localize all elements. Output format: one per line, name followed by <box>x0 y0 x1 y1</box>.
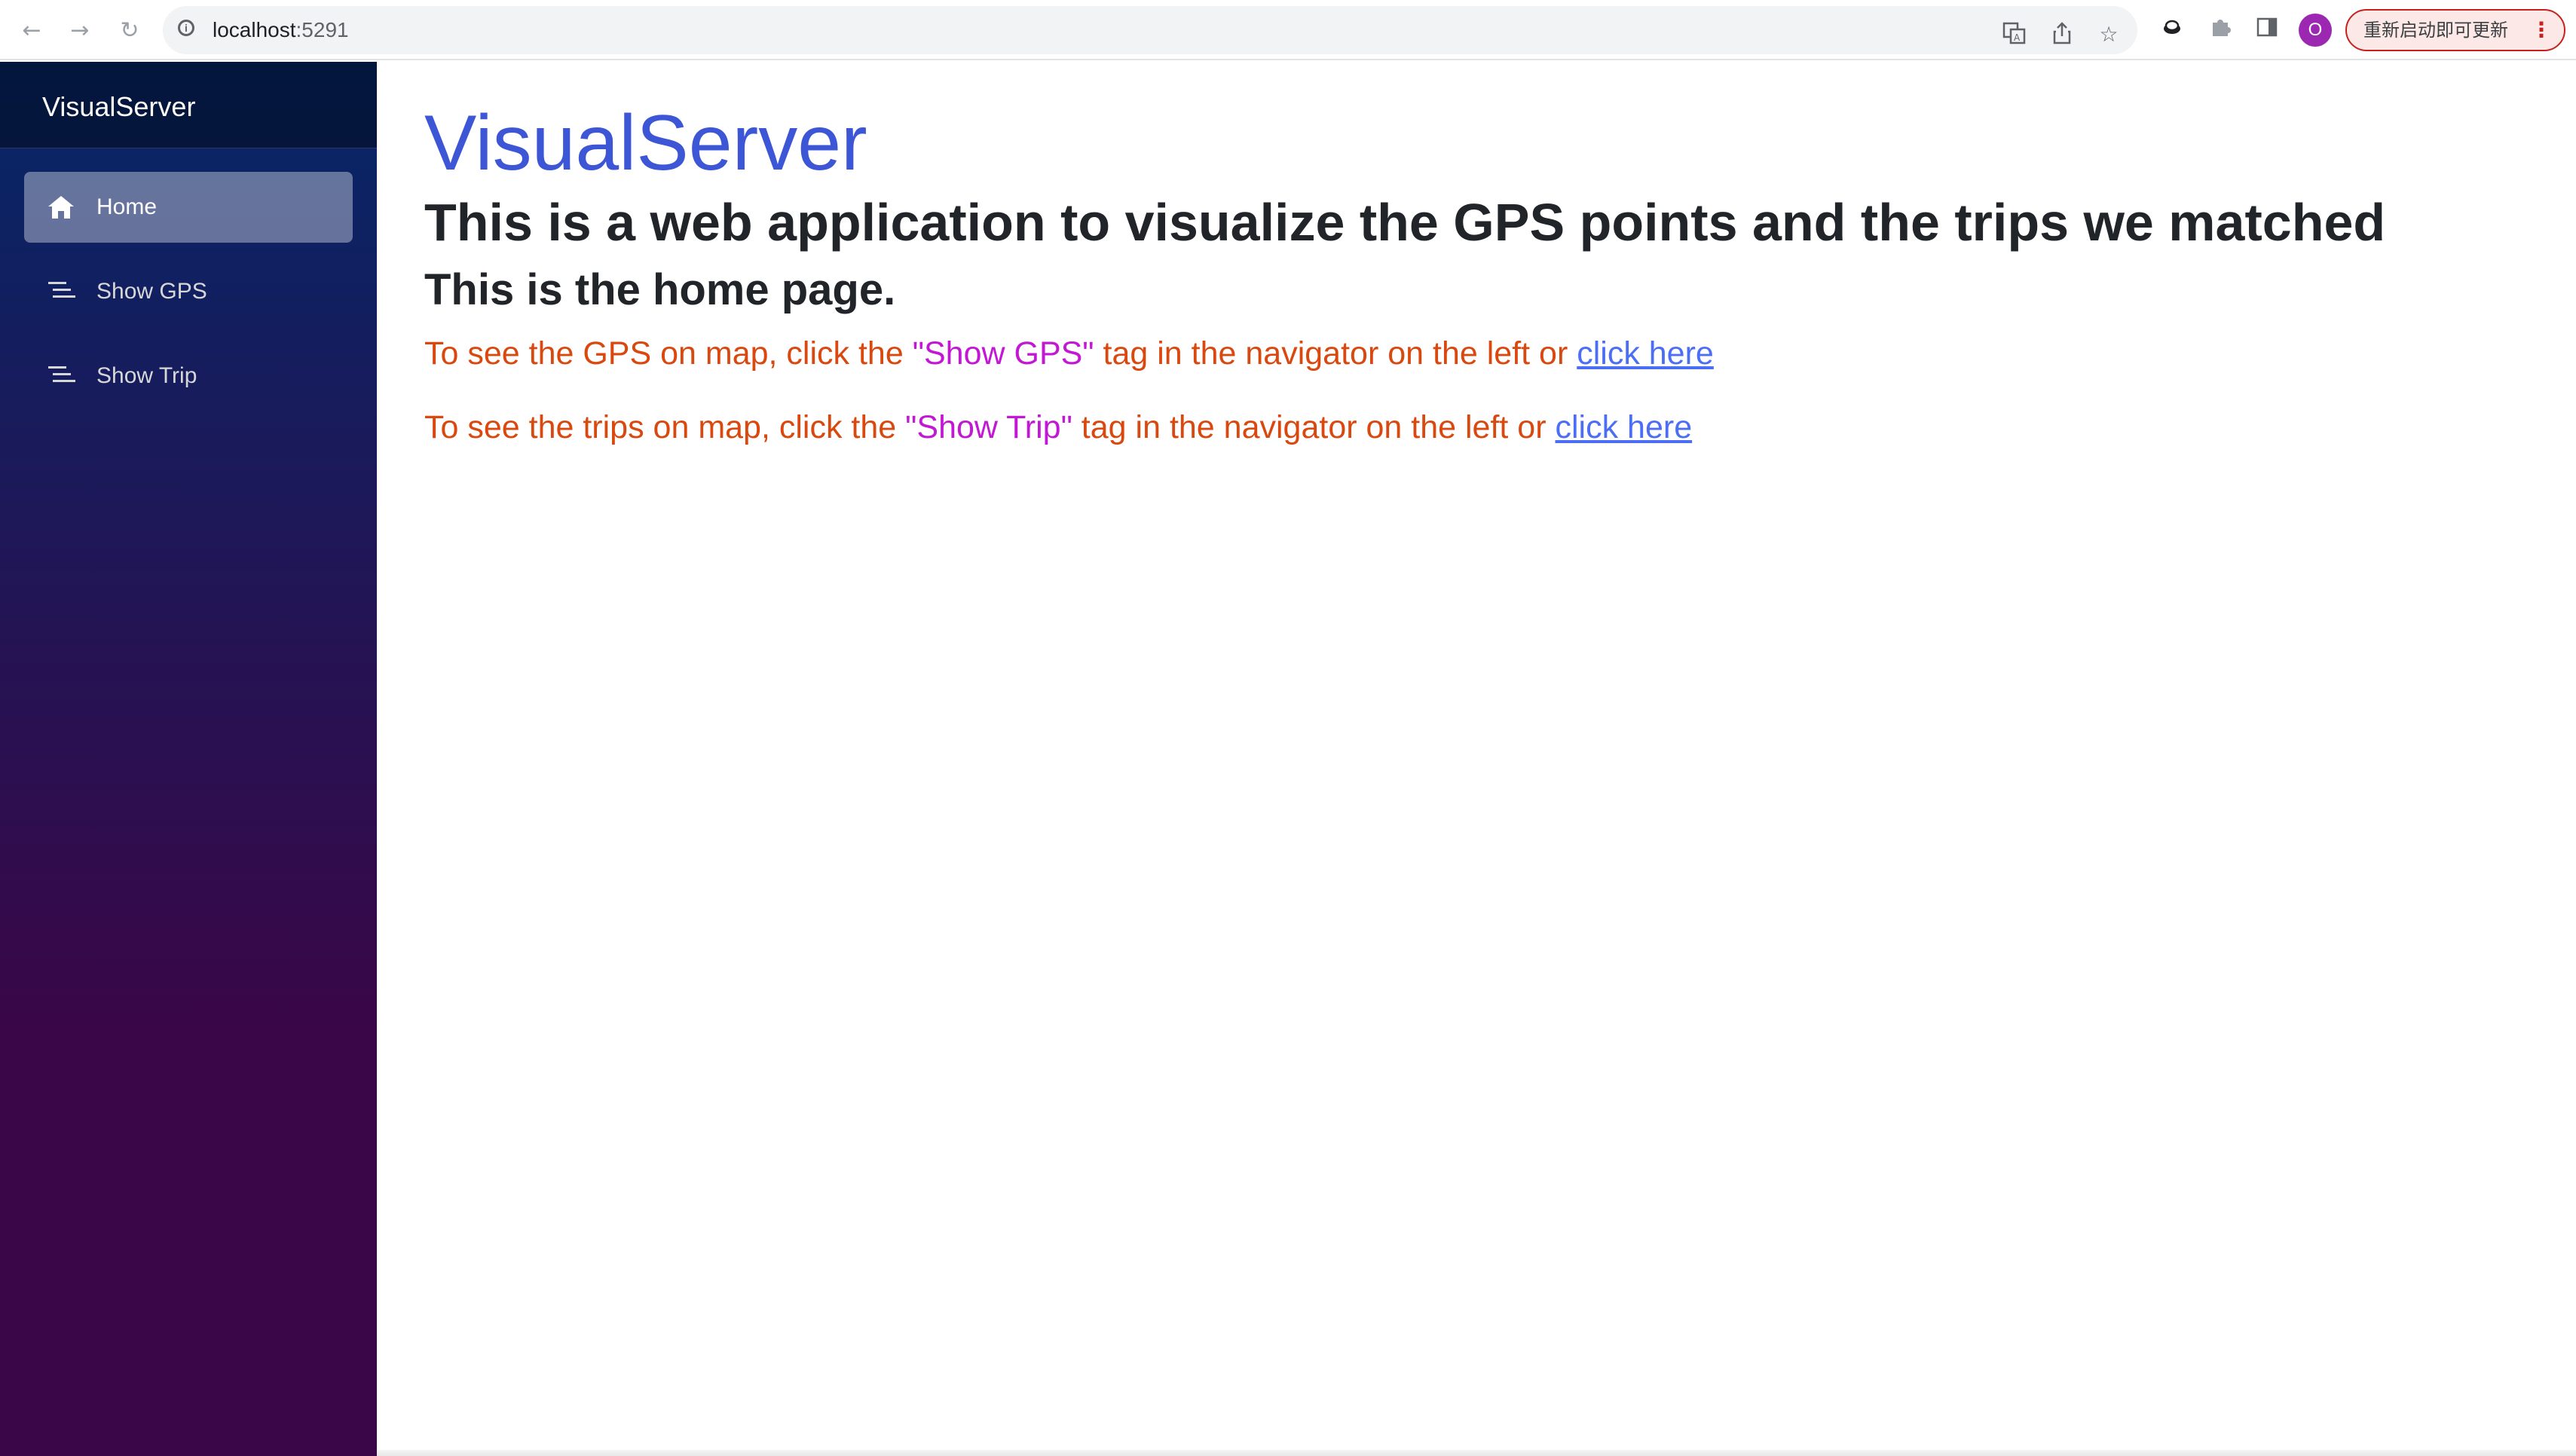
gps-instruction: To see the GPS on map, click the "Show G… <box>424 333 1714 374</box>
list-icon <box>47 363 75 389</box>
extension-icon[interactable] <box>2157 15 2187 45</box>
brand-link[interactable]: VisualServer <box>42 90 195 124</box>
browser-toolbar: ← → ↻ i localhost:5291 A ☆ O 重新启动即可更新 ⋮ <box>0 0 2576 60</box>
page-subtitle: This is a web application to visualize t… <box>424 193 2386 252</box>
brand-bar: VisualServer <box>0 62 377 148</box>
sidebar: VisualServer Home Show GPS Show Trip <box>0 62 377 1456</box>
gps-tag-name: "Show GPS" <box>912 335 1094 372</box>
trip-instruction-suffix: tag in the navigator on the left or <box>1072 409 1556 445</box>
trip-instruction: To see the trips on map, click the "Show… <box>424 407 1692 448</box>
sidebar-item-home[interactable]: Home <box>24 172 353 243</box>
update-button[interactable]: 重新启动即可更新 ⋮ <box>2345 9 2565 51</box>
trip-tag-name: "Show Trip" <box>905 409 1072 445</box>
gps-instruction-prefix: To see the GPS on map, click the <box>424 335 913 372</box>
forward-arrow-icon[interactable]: → <box>65 15 95 45</box>
profile-avatar[interactable]: O <box>2299 14 2332 47</box>
main-content: VisualServer This is a web application t… <box>377 62 2576 1456</box>
side-panel-icon[interactable] <box>2252 15 2282 45</box>
page-title: VisualServer <box>424 99 867 187</box>
sidebar-item-show-gps[interactable]: Show GPS <box>24 256 353 327</box>
bottom-edge <box>377 1450 2576 1456</box>
puzzle-icon[interactable] <box>2205 15 2235 45</box>
url-text[interactable]: localhost:5291 <box>213 18 349 42</box>
sidebar-item-label: Home <box>96 194 158 219</box>
sidebar-item-label: Show Trip <box>96 363 197 388</box>
trip-click-here-link[interactable]: click here <box>1556 409 1693 445</box>
url-host: localhost <box>213 18 296 41</box>
address-bar[interactable]: i localhost:5291 A ☆ <box>163 6 2137 54</box>
page-heading: This is the home page. <box>424 265 896 314</box>
url-port: :5291 <box>295 18 349 41</box>
trip-instruction-prefix: To see the trips on map, click the <box>424 409 906 445</box>
gps-click-here-link[interactable]: click here <box>1577 335 1714 372</box>
home-icon <box>47 194 75 220</box>
share-icon[interactable] <box>2048 21 2076 48</box>
reload-icon[interactable]: ↻ <box>115 15 145 45</box>
translate-icon[interactable]: A <box>2000 21 2027 48</box>
gps-instruction-suffix: tag in the navigator on the left or <box>1094 335 1577 372</box>
bookmark-star-icon[interactable]: ☆ <box>2095 21 2122 48</box>
svg-text:A: A <box>2014 32 2021 43</box>
list-icon <box>47 279 75 304</box>
back-arrow-icon[interactable]: ← <box>17 15 47 45</box>
sidebar-item-label: Show GPS <box>96 279 207 304</box>
sidebar-item-show-trip[interactable]: Show Trip <box>24 341 353 411</box>
menu-dots-icon[interactable]: ⋮ <box>2531 11 2552 50</box>
update-label: 重新启动即可更新 <box>2363 20 2508 41</box>
info-icon[interactable]: i <box>178 20 194 36</box>
